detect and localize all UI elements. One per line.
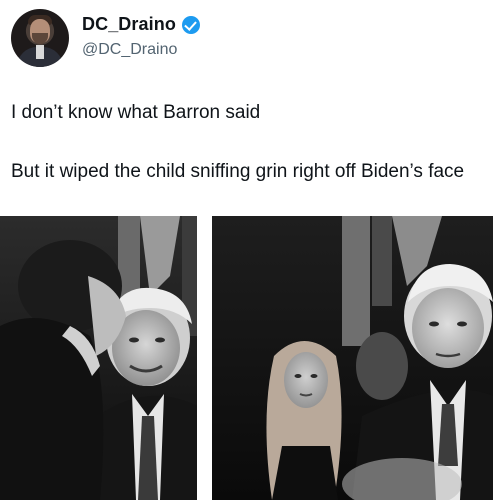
tweet-header: DC_Draino @DC_Draino bbox=[11, 9, 481, 69]
photo-right[interactable] bbox=[212, 216, 493, 500]
tweet-card: DC_Draino @DC_Draino I don’t know what B… bbox=[0, 0, 493, 500]
media-gap bbox=[197, 216, 212, 500]
user-handle[interactable]: @DC_Draino bbox=[82, 41, 177, 59]
tweet-media bbox=[0, 216, 493, 500]
avatar[interactable] bbox=[11, 9, 69, 67]
verified-badge-icon bbox=[181, 15, 200, 34]
photo-left[interactable] bbox=[0, 216, 197, 500]
name-row: DC_Draino bbox=[82, 14, 200, 35]
tweet-text-line-1: I don’t know what Barron said bbox=[11, 102, 261, 123]
tweet-text-line-2: But it wiped the child sniffing grin rig… bbox=[11, 161, 465, 182]
tweet-body: DC_Draino @DC_Draino I don’t know what B… bbox=[0, 0, 493, 216]
display-name[interactable]: DC_Draino bbox=[82, 14, 176, 35]
